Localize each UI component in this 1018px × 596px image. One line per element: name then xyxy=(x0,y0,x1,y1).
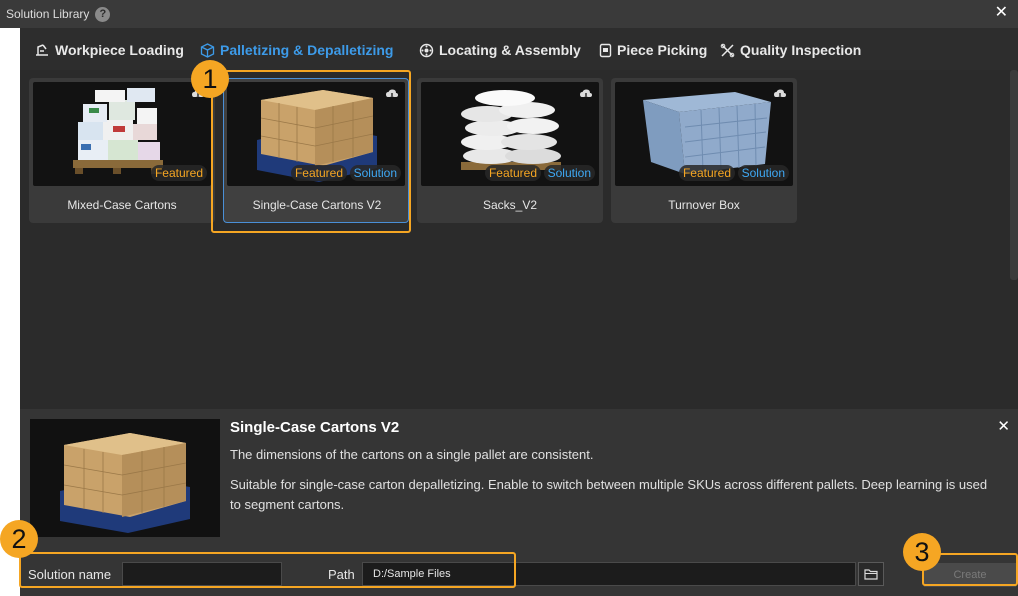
solution-card-mixed-case-cartons[interactable]: Featured Mixed-Case Cartons xyxy=(29,78,215,223)
step-marker-3: 3 xyxy=(903,533,941,571)
solution-library-window: Solution Library ? ✕ Workpiece Loading P… xyxy=(0,0,1018,596)
solution-card-sacks-v2[interactable]: Featured Solution Sacks_V2 xyxy=(417,78,603,223)
download-icon[interactable] xyxy=(579,88,593,102)
browse-folder-button[interactable] xyxy=(858,562,884,586)
solution-card-turnover-box[interactable]: Featured Solution Turnover Box xyxy=(611,78,797,223)
tab-label: Locating & Assembly xyxy=(439,42,581,58)
download-icon[interactable] xyxy=(773,88,787,102)
featured-badge: Featured xyxy=(678,165,735,181)
featured-badge: Featured xyxy=(150,165,207,181)
solution-badge: Solution xyxy=(737,165,789,181)
piece-icon xyxy=(599,43,612,57)
title-bar: Solution Library ? ✕ xyxy=(0,0,1018,28)
solution-card-name: Turnover Box xyxy=(668,198,740,212)
featured-badge: Featured xyxy=(484,165,541,181)
solution-card-name: Sacks_V2 xyxy=(482,198,538,212)
help-icon[interactable]: ? xyxy=(95,6,111,22)
close-icon[interactable]: ✕ xyxy=(997,417,1010,435)
loading-icon xyxy=(36,44,48,56)
window-title: Solution Library xyxy=(6,7,90,21)
tab-label: Palletizing & Depalletizing xyxy=(220,42,394,58)
solution-card-name: Mixed-Case Cartons xyxy=(67,198,177,212)
box-icon xyxy=(200,42,215,58)
step-marker-1: 1 xyxy=(191,60,229,98)
details-title: Single-Case Cartons V2 xyxy=(230,419,400,436)
step-marker-2: 2 xyxy=(0,520,38,558)
tab-label: Piece Picking xyxy=(617,42,708,58)
inspection-icon xyxy=(720,43,735,57)
solution-thumbnail: Featured Solution xyxy=(615,82,793,186)
details-description: The dimensions of the cartons on a singl… xyxy=(230,447,594,462)
scrollbar[interactable] xyxy=(1010,70,1018,280)
folder-icon xyxy=(864,569,878,580)
tab-quality-inspection[interactable]: Quality Inspection xyxy=(720,40,861,60)
highlight-name-path xyxy=(19,552,516,588)
tab-workpiece-loading[interactable]: Workpiece Loading xyxy=(34,40,184,60)
solution-thumbnail: Featured xyxy=(33,82,211,186)
tab-label: Quality Inspection xyxy=(740,42,862,58)
tab-label: Workpiece Loading xyxy=(55,42,184,58)
close-icon[interactable]: ✕ xyxy=(995,4,1008,22)
solution-badge: Solution xyxy=(543,165,595,181)
tab-piece-picking[interactable]: Piece Picking xyxy=(599,40,707,60)
tab-palletizing-depalletizing[interactable]: Palletizing & Depalletizing xyxy=(200,40,393,60)
highlight-selected-card xyxy=(211,70,411,233)
gear-icon xyxy=(419,43,434,57)
category-tabs: Workpiece Loading Palletizing & Depallet… xyxy=(20,28,1018,70)
tab-locating-assembly[interactable]: Locating & Assembly xyxy=(419,40,581,60)
solution-thumbnail: Featured Solution xyxy=(421,82,599,186)
left-margin xyxy=(0,28,20,596)
details-thumbnail xyxy=(30,419,220,537)
details-long-description: Suitable for single-case carton depallet… xyxy=(230,477,988,512)
